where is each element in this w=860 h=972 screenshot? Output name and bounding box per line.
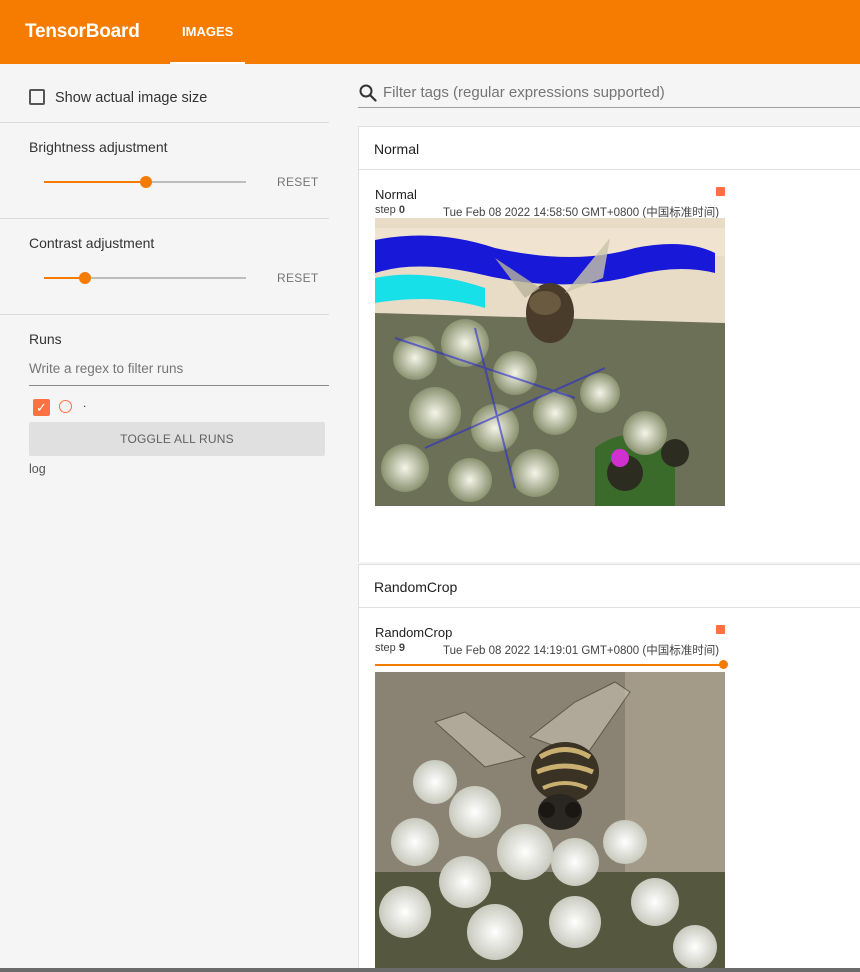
runs-filter-input[interactable]: Write a regex to filter runs: [29, 361, 329, 386]
image-randomcrop[interactable]: [375, 672, 725, 972]
bottom-scrollbar-strip: [0, 968, 860, 972]
tag-filter-input[interactable]: Filter tags (regular expressions support…: [383, 84, 860, 106]
card-step-normal: step 0: [375, 204, 405, 216]
contrast-section: Contrast adjustment RESET: [0, 219, 329, 315]
brightness-slider-fill: [44, 181, 146, 183]
brightness-slider-thumb[interactable]: [140, 176, 152, 188]
runs-filter-placeholder: Write a regex to filter runs: [29, 361, 184, 376]
tab-images-label: IMAGES: [182, 24, 234, 39]
tab-images[interactable]: IMAGES: [170, 0, 245, 64]
step-slider-track[interactable]: [375, 664, 725, 666]
image-card-normal: Normal step 0 Tue Feb 08 2022 14:58:50 G…: [358, 170, 860, 562]
group-name-randomcrop: RandomCrop: [374, 579, 458, 595]
group-header-normal[interactable]: Normal: [358, 126, 860, 170]
brightness-section: Brightness adjustment RESET: [0, 123, 329, 219]
card-tag-randomcrop: RandomCrop: [375, 625, 453, 640]
brightness-reset-button[interactable]: RESET: [277, 175, 319, 189]
card-run-indicator: [716, 625, 725, 634]
card-step-randomcrop: step 9: [375, 642, 405, 654]
image-normal[interactable]: [375, 218, 725, 506]
card-timestamp-randomcrop: Tue Feb 08 2022 14:19:01 GMT+0800 (中国标准时…: [443, 645, 720, 657]
show-actual-size-label[interactable]: Show actual image size: [55, 90, 207, 106]
step-slider-thumb[interactable]: [719, 660, 728, 669]
image-card-randomcrop: RandomCrop step 9 Tue Feb 08 2022 14:19:…: [358, 608, 860, 972]
run-color-circle[interactable]: [59, 400, 72, 413]
runs-title: Runs: [29, 331, 62, 347]
tag-filter-placeholder: Filter tags (regular expressions support…: [383, 84, 665, 101]
tag-filter-underline: [358, 107, 860, 108]
card-run-indicator: [716, 187, 725, 196]
app-header: TensorBoard IMAGES: [0, 0, 860, 64]
toggle-all-runs-button[interactable]: TOGGLE ALL RUNS: [29, 422, 325, 456]
brightness-label: Brightness adjustment: [29, 139, 168, 155]
contrast-reset-button[interactable]: RESET: [277, 271, 319, 285]
check-icon: ✓: [36, 400, 47, 415]
log-dir-label: log: [29, 462, 46, 476]
brand-title[interactable]: TensorBoard: [25, 21, 140, 43]
sidebar: Show actual image size Brightness adjust…: [0, 64, 358, 972]
run-checkbox[interactable]: ✓: [33, 399, 50, 416]
show-actual-size-checkbox[interactable]: [29, 89, 45, 105]
card-tag-normal: Normal: [375, 187, 417, 202]
contrast-label: Contrast adjustment: [29, 235, 155, 251]
run-name: .: [83, 396, 87, 410]
group-header-randomcrop[interactable]: RandomCrop: [358, 564, 860, 608]
main-content: Filter tags (regular expressions support…: [358, 64, 860, 972]
image-size-section: Show actual image size: [0, 64, 329, 123]
search-icon: [359, 84, 377, 102]
group-name-normal: Normal: [374, 141, 420, 157]
contrast-slider-thumb[interactable]: [79, 272, 91, 284]
